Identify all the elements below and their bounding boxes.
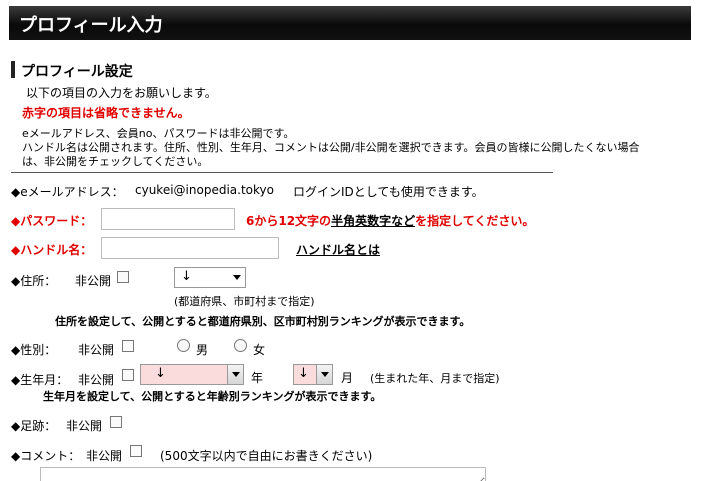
gender-private-checkbox[interactable] (122, 340, 134, 352)
page-header: プロフィール入力 (9, 6, 691, 40)
gender-private-label: 非公開 (78, 343, 115, 357)
birth-private-label: 非公開 (78, 373, 115, 387)
gender-female-radio[interactable] (234, 339, 247, 352)
birth-month-dropdown-button[interactable] (316, 365, 332, 384)
footprint-private-label: 非公開 (66, 419, 103, 433)
gender-male-label: 男 (196, 343, 209, 357)
chevron-down-icon (321, 372, 329, 377)
email-note: ログインIDとしても使用できます。 (293, 185, 484, 199)
comment-textarea[interactable] (40, 467, 486, 481)
chevron-down-icon (233, 275, 241, 280)
address-select-value: ↓ (181, 269, 192, 284)
alphanumeric-link[interactable]: 半角英数字など (331, 214, 415, 228)
intro-text: 以下の項目の入力をお願いします。 (26, 86, 217, 100)
address-note: 住所を設定して、公開とすると都道府県別、区市町村別ランキングが表示できます。 (55, 315, 471, 328)
section-title: プロフィール設定 (21, 64, 133, 80)
birth-private-checkbox[interactable] (122, 369, 134, 381)
birth-month-unit: 月 (341, 371, 354, 385)
birth-month-value: ↓ (298, 366, 309, 381)
gender-male-radio[interactable] (177, 339, 190, 352)
comment-hint: (500文字以内で自由にお書きください) (160, 449, 373, 463)
footprint-private-checkbox[interactable] (110, 416, 122, 428)
required-notice: 赤字の項目は省略できません。 (22, 106, 190, 120)
comment-private-label: 非公開 (86, 449, 123, 463)
birth-note: 生年月を設定して、公開とすると年齢別ランキングが表示できます。 (43, 390, 382, 403)
password-label: ◆パスワード： (11, 214, 93, 228)
email-value: cyukei@inopedia.tokyo (135, 183, 274, 197)
gender-female-label: 女 (253, 343, 266, 357)
handle-input[interactable] (101, 237, 279, 259)
address-private-checkbox[interactable] (117, 271, 129, 283)
birth-year-select[interactable]: ↓ (140, 364, 244, 385)
birth-month-select[interactable]: ↓ (293, 364, 333, 385)
password-input[interactable] (101, 208, 235, 230)
address-label: ◆住所： (11, 274, 57, 288)
comment-private-checkbox[interactable] (130, 445, 142, 457)
email-label: ◆eメールアドレス： (11, 185, 124, 199)
page-title: プロフィール入力 (19, 15, 163, 36)
password-note: 6から12文字の半角英数字などを指定してください。 (246, 212, 534, 229)
privacy-line-3: は、非公開をチェックしてください。 (22, 155, 209, 168)
gender-label: ◆性別： (11, 343, 57, 357)
handle-help-link[interactable]: ハンドル名とは (296, 241, 380, 258)
birth-year-value: ↓ (155, 366, 166, 381)
address-hint: (都道府県、市町村まで指定) (174, 295, 315, 308)
comment-label: ◆コメント： (11, 449, 81, 463)
password-note-part2: を指定してください。 (415, 214, 535, 228)
birth-year-unit: 年 (251, 371, 264, 385)
password-note-part1: 6から12文字の (246, 214, 332, 228)
section-marker (11, 61, 15, 78)
chevron-down-icon (232, 372, 240, 377)
handle-label: ◆ハンドル名： (11, 243, 93, 257)
address-private-label: 非公開 (75, 274, 112, 288)
section-divider (11, 172, 553, 173)
birth-year-dropdown-button[interactable] (227, 365, 243, 384)
birth-hint: (生まれた年、月まで指定) (370, 372, 500, 385)
address-select[interactable]: ↓ (174, 267, 246, 288)
birth-label: ◆生年月： (11, 373, 69, 387)
footprint-label: ◆足跡： (11, 419, 57, 433)
